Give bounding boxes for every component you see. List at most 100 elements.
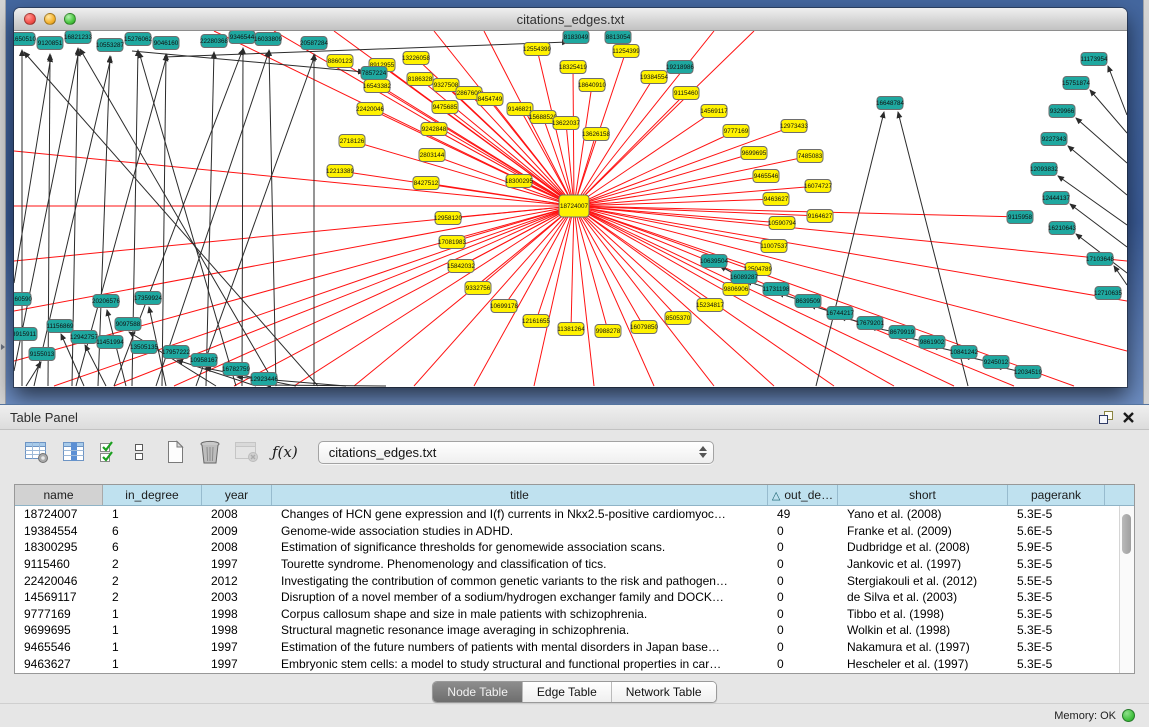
graph-node[interactable]: 16744217	[826, 307, 855, 320]
graph-node[interactable]: 16210643	[1048, 222, 1077, 235]
table-row[interactable]: 1456911722003Disruption of a novel membe…	[15, 589, 1119, 606]
graph-node[interactable]: 9465546	[753, 170, 779, 183]
graph-node[interactable]: 9777169	[723, 125, 749, 138]
table-selector-dropdown[interactable]: citations_edges.txt	[318, 441, 714, 464]
zoom-window-button[interactable]	[64, 13, 76, 25]
graph-node[interactable]: 11381264	[557, 323, 585, 336]
graph-node[interactable]: 12710635	[1094, 287, 1123, 300]
graph-node[interactable]: 11007537	[760, 240, 788, 253]
table-row[interactable]: 1872400712008Changes of HCN gene express…	[15, 506, 1119, 523]
graph-node[interactable]: 10553287	[96, 39, 125, 52]
graph-node[interactable]: 16543382	[363, 80, 392, 93]
graph-node[interactable]: 10590794	[768, 217, 797, 230]
column-header-in-degree[interactable]: in_degree	[103, 485, 202, 505]
graph-node[interactable]: 13622037	[552, 117, 581, 130]
graph-node[interactable]: 17679201	[856, 317, 885, 330]
graph-node[interactable]: 11254399	[612, 45, 640, 58]
graph-node[interactable]: 9245012	[983, 356, 1009, 369]
graph-node[interactable]: 13505135	[130, 341, 159, 354]
show-columns-button[interactable]	[62, 439, 86, 465]
graph-node[interactable]: 9346544	[229, 31, 255, 44]
graph-node[interactable]: 15751874	[1062, 77, 1091, 90]
graph-node[interactable]: 9115460	[673, 87, 699, 100]
graph-node[interactable]: 12034519	[1014, 366, 1043, 379]
graph-node[interactable]: 12973433	[780, 120, 809, 133]
graph-node[interactable]: 8679919	[889, 326, 915, 339]
float-panel-button[interactable]	[1095, 408, 1117, 426]
tab-node-table[interactable]: Node Table	[433, 682, 523, 702]
column-header-name[interactable]: name	[15, 485, 103, 505]
graph-node[interactable]: 17103648	[1086, 253, 1115, 266]
graph-node[interactable]: 13226058	[402, 52, 431, 65]
delete-column-button[interactable]	[198, 439, 222, 465]
graph-node[interactable]: 9861902	[919, 336, 945, 349]
graph-node[interactable]: 17081983	[438, 236, 467, 249]
graph-node[interactable]: 9227343	[1041, 133, 1067, 146]
tab-network-table[interactable]: Network Table	[612, 682, 716, 702]
table-row[interactable]: 2242004622012Investigating the contribut…	[15, 572, 1119, 589]
graph-node[interactable]: 8183049	[563, 31, 589, 44]
tab-edge-table[interactable]: Edge Table	[523, 682, 612, 702]
table-vertical-scrollbar[interactable]	[1119, 506, 1134, 673]
table-row[interactable]: 1830029562008Estimation of significance …	[15, 539, 1119, 556]
close-window-button[interactable]	[24, 13, 36, 25]
graph-node[interactable]: 22280368	[200, 35, 229, 48]
graph-node[interactable]: 12213389	[326, 165, 355, 178]
graph-node[interactable]: 8427512	[413, 177, 439, 190]
graph-node[interactable]: 9327508	[433, 79, 459, 92]
column-header-year[interactable]: year	[202, 485, 272, 505]
graph-node[interactable]: 17359924	[134, 292, 163, 305]
graph-node[interactable]: 9332756	[465, 282, 491, 295]
graph-node[interactable]: 12554399	[523, 43, 552, 56]
graph-node[interactable]: 17957222	[162, 346, 191, 359]
table-row[interactable]: 969969511998Structural magnetic resonanc…	[15, 622, 1119, 639]
graph-node[interactable]: 18640910	[578, 79, 607, 92]
graph-hub-node[interactable]: 18724007	[559, 195, 589, 217]
graph-node[interactable]: 15842032	[447, 260, 476, 273]
graph-node[interactable]: 7485083	[797, 150, 823, 163]
graph-node[interactable]: 11731198	[762, 283, 790, 296]
graph-node[interactable]: 11451994	[96, 336, 124, 349]
graph-node[interactable]: 9164627	[807, 210, 833, 223]
graph-node[interactable]: 9329966	[1049, 105, 1075, 118]
graph-node[interactable]: 9475685	[432, 101, 458, 114]
column-header-pagerank[interactable]: pagerank	[1008, 485, 1105, 505]
graph-node[interactable]: 10639504	[700, 255, 729, 268]
graph-node[interactable]: 16089287	[730, 271, 759, 284]
close-panel-button[interactable]	[1117, 408, 1139, 426]
function-builder-button[interactable]: ƒ(x)	[272, 439, 298, 465]
graph-node[interactable]: 10841242	[950, 346, 979, 359]
minimize-window-button[interactable]	[44, 13, 56, 25]
graph-node[interactable]: 7857224	[361, 67, 387, 80]
table-row[interactable]: 977716911998Corpus callosum shape and si…	[15, 606, 1119, 623]
column-header-title[interactable]: title	[272, 485, 768, 505]
network-window-titlebar[interactable]: citations_edges.txt	[14, 8, 1127, 31]
graph-node[interactable]: 14569117	[700, 105, 728, 118]
graph-node[interactable]: 18300295	[505, 175, 534, 188]
column-header-out-de-[interactable]: △out_de…	[768, 485, 838, 505]
scrollbar-thumb[interactable]	[1122, 514, 1131, 554]
graph-node[interactable]: 16821233	[64, 31, 93, 44]
graph-node[interactable]: 9155013	[29, 348, 55, 361]
graph-node[interactable]: 9097588	[115, 318, 141, 331]
graph-node[interactable]: 2803144	[419, 149, 445, 162]
graph-node[interactable]: 20587284	[300, 37, 329, 50]
graph-node[interactable]: 12444137	[1042, 192, 1071, 205]
graph-node[interactable]: 16033809	[254, 33, 283, 46]
new-column-button[interactable]	[164, 439, 186, 465]
graph-node[interactable]: 9463627	[763, 193, 789, 206]
graph-node[interactable]: 9115958	[1007, 211, 1033, 224]
graph-node[interactable]: 12958120	[434, 212, 463, 225]
table-row[interactable]: 946362711997Embryonic stem cells: a mode…	[15, 655, 1119, 672]
graph-node[interactable]: 15276062	[124, 33, 153, 46]
graph-node[interactable]: 9988278	[595, 325, 621, 338]
table-row[interactable]: 1938455462009Genome-wide association stu…	[15, 523, 1119, 540]
graph-node[interactable]: 8639509	[795, 295, 821, 308]
graph-node[interactable]: 19218986	[666, 61, 695, 74]
graph-node[interactable]: 8454749	[477, 93, 503, 106]
table-row[interactable]: 911546021997Tourette syndrome. Phenomeno…	[15, 556, 1119, 573]
graph-node[interactable]: 19384554	[640, 71, 669, 84]
graph-node[interactable]: 12942757	[70, 331, 99, 344]
graph-node[interactable]: 9806906	[723, 283, 749, 296]
graph-node[interactable]: 9242848	[421, 123, 447, 136]
